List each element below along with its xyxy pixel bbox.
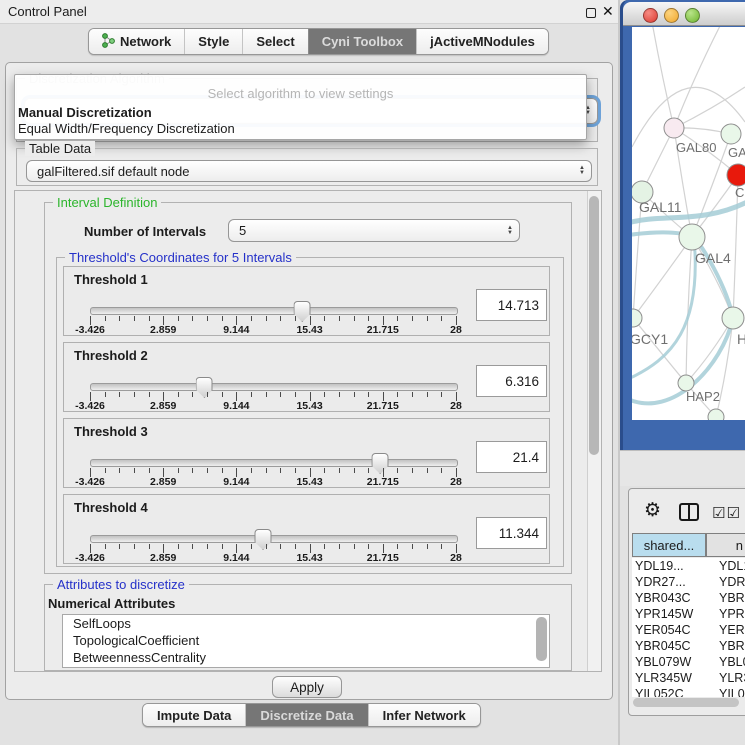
zoom-traffic-light-icon[interactable] [685, 8, 700, 23]
threshold-3-slider[interactable] [90, 459, 458, 467]
float-window-icon[interactable] [586, 8, 596, 18]
bottom-tab-bar: Impute Data Discretize Data Infer Networ… [142, 703, 481, 727]
thresholds-group-title: Threshold's Coordinates for 5 Intervals [65, 250, 296, 265]
dropdown-hint: Select algorithm to view settings [15, 86, 586, 101]
threshold-1-panel: Threshold 1 -3.4262.8599.14415.4321.7152… [63, 266, 550, 336]
threshold-3-label: Threshold 3 [74, 424, 148, 439]
network-icon [102, 33, 115, 51]
network-window-titlebar[interactable] [623, 2, 745, 26]
table-row[interactable]: YLR345WYLR3 [632, 670, 745, 686]
screen: Control Panel ✕ Network Style Select Cyn… [0, 0, 745, 745]
table-row[interactable]: YDL19...YDL1 [632, 558, 745, 574]
interval-definition-title: Interval Definition [53, 195, 161, 210]
split-columns-icon[interactable] [679, 503, 699, 524]
control-panel-titlebar: Control Panel ✕ [0, 0, 618, 24]
node-label: C [735, 185, 744, 200]
gear-icon[interactable]: ⚙ [644, 499, 661, 522]
horizontal-scrollbar-thumb[interactable] [633, 698, 739, 707]
threshold-3-panel: Threshold 3 -3.4262.8599.14415.4321.7152… [63, 418, 550, 488]
tab-network[interactable]: Network [89, 29, 184, 54]
threshold-4-value-field[interactable]: 11.344 [476, 517, 547, 549]
table-data-title: Table Data [25, 141, 95, 156]
algorithm-dropdown-popup: Select algorithm to view settings Manual… [14, 74, 587, 140]
threshold-2-label: Threshold 2 [74, 348, 148, 363]
number-of-intervals-combobox[interactable]: 5 ▲▼ [228, 219, 520, 242]
threshold-3-value-field[interactable]: 21.4 [476, 441, 547, 473]
combo-arrows-icon: ▲▼ [573, 166, 591, 176]
threshold-2-panel: Threshold 2 -3.4262.8599.14415.4321.7152… [63, 342, 550, 412]
threshold-4-label: Threshold 4 [74, 500, 148, 515]
threshold-1-value-field[interactable]: 14.713 [476, 289, 547, 321]
numerical-attributes-label: Numerical Attributes [48, 596, 175, 611]
node-label: GAL11 [639, 199, 682, 215]
threshold-2-value-field[interactable]: 6.316 [476, 365, 547, 397]
table-row[interactable]: YIL052CYIL0 [632, 686, 745, 697]
threshold-4-slider[interactable] [90, 535, 458, 543]
list-scrollbar-thumb[interactable] [536, 617, 547, 661]
tab-cyni-toolbox[interactable]: Cyni Toolbox [308, 29, 416, 54]
network-node-gal4[interactable] [679, 224, 705, 250]
network-node-selected-red[interactable] [727, 164, 745, 186]
tab-discretize-data[interactable]: Discretize Data [245, 704, 367, 726]
close-traffic-light-icon[interactable] [643, 8, 658, 23]
table-panel-titlebar: Table Panel [620, 450, 745, 486]
table-row[interactable]: YBR045CYBR0 [632, 638, 745, 654]
node-label: GA [728, 145, 745, 160]
table-row[interactable]: YBR043CYBR0 [632, 590, 745, 606]
slider-scale-labels: -3.4262.8599.14415.4321.71528 [90, 476, 456, 488]
network-node-gcy1[interactable] [632, 309, 642, 327]
column-header-name[interactable]: n [706, 533, 745, 557]
network-node-gal80[interactable] [664, 118, 684, 138]
network-canvas[interactable]: GAL80 GA C GAL11 GAL4 GCY1 H HAP2 [632, 27, 745, 420]
column-header-shared[interactable]: shared... [632, 533, 706, 557]
top-tab-bar: Network Style Select Cyni Toolbox jActiv… [88, 28, 549, 55]
tab-style[interactable]: Style [184, 29, 242, 54]
table-row[interactable]: YDR27...YDR2 [632, 574, 745, 590]
tab-select[interactable]: Select [242, 29, 307, 54]
node-table[interactable]: YDL19...YDL1 YDR27...YDR2 YBR043CYBR0 YP… [632, 558, 745, 697]
apply-button[interactable]: Apply [272, 676, 342, 698]
attributes-group-title: Attributes to discretize [53, 577, 189, 592]
tab-jactivemnodules[interactable]: jActiveMNodules [416, 29, 548, 54]
threshold-1-slider[interactable] [90, 307, 458, 315]
list-item[interactable]: SelfLoops [63, 615, 549, 632]
network-node[interactable] [722, 307, 744, 329]
close-icon[interactable]: ✕ [602, 3, 614, 20]
threshold-2-slider[interactable] [90, 383, 458, 391]
network-node[interactable] [708, 409, 724, 420]
table-row[interactable]: YER054CYER0 [632, 622, 745, 638]
table-data-combobox[interactable]: galFiltered.sif default node ▲▼ [26, 160, 592, 182]
tab-infer-network[interactable]: Infer Network [368, 704, 480, 726]
list-item[interactable]: TopologicalCoefficient [63, 632, 549, 649]
slider-scale-labels: -3.4262.8599.14415.4321.71528 [90, 552, 456, 564]
network-node[interactable] [721, 124, 741, 144]
slider-scale-labels: -3.4262.8599.14415.4321.71528 [90, 324, 456, 336]
checkbox-icons[interactable]: ☑☑ [712, 504, 741, 522]
number-of-intervals-label: Number of Intervals [84, 224, 206, 239]
node-label: GAL80 [676, 140, 716, 155]
table-row[interactable]: YBL079WYBL0 [632, 654, 745, 670]
minimize-traffic-light-icon[interactable] [664, 8, 679, 23]
network-graph: GAL80 GA C GAL11 GAL4 GCY1 H HAP2 [632, 27, 745, 420]
node-label: HAP2 [686, 389, 720, 404]
table-row[interactable]: YPR145WYPR1 [632, 606, 745, 622]
dropdown-item-equal-width-frequency[interactable]: Equal Width/Frequency Discretization [18, 121, 235, 137]
vertical-scrollbar-thumb[interactable] [589, 196, 599, 455]
slider-scale-labels: -3.4262.8599.14415.4321.71528 [90, 400, 456, 412]
combo-arrows-icon: ▲▼ [501, 226, 519, 236]
numerical-attributes-list[interactable]: SelfLoops TopologicalCoefficient Between… [62, 614, 550, 668]
tab-impute-data[interactable]: Impute Data [143, 704, 245, 726]
dropdown-item-manual-discretization[interactable]: Manual Discretization [18, 105, 152, 121]
node-label: H [737, 331, 745, 347]
node-label: GCY1 [632, 331, 668, 347]
control-panel-title: Control Panel [8, 4, 87, 19]
threshold-4-panel: Threshold 4 -3.4262.8599.14415.4321.7152… [63, 494, 550, 564]
list-item[interactable]: BetweennessCentrality [63, 649, 549, 666]
threshold-1-label: Threshold 1 [74, 272, 148, 287]
node-label: GAL4 [695, 250, 731, 266]
